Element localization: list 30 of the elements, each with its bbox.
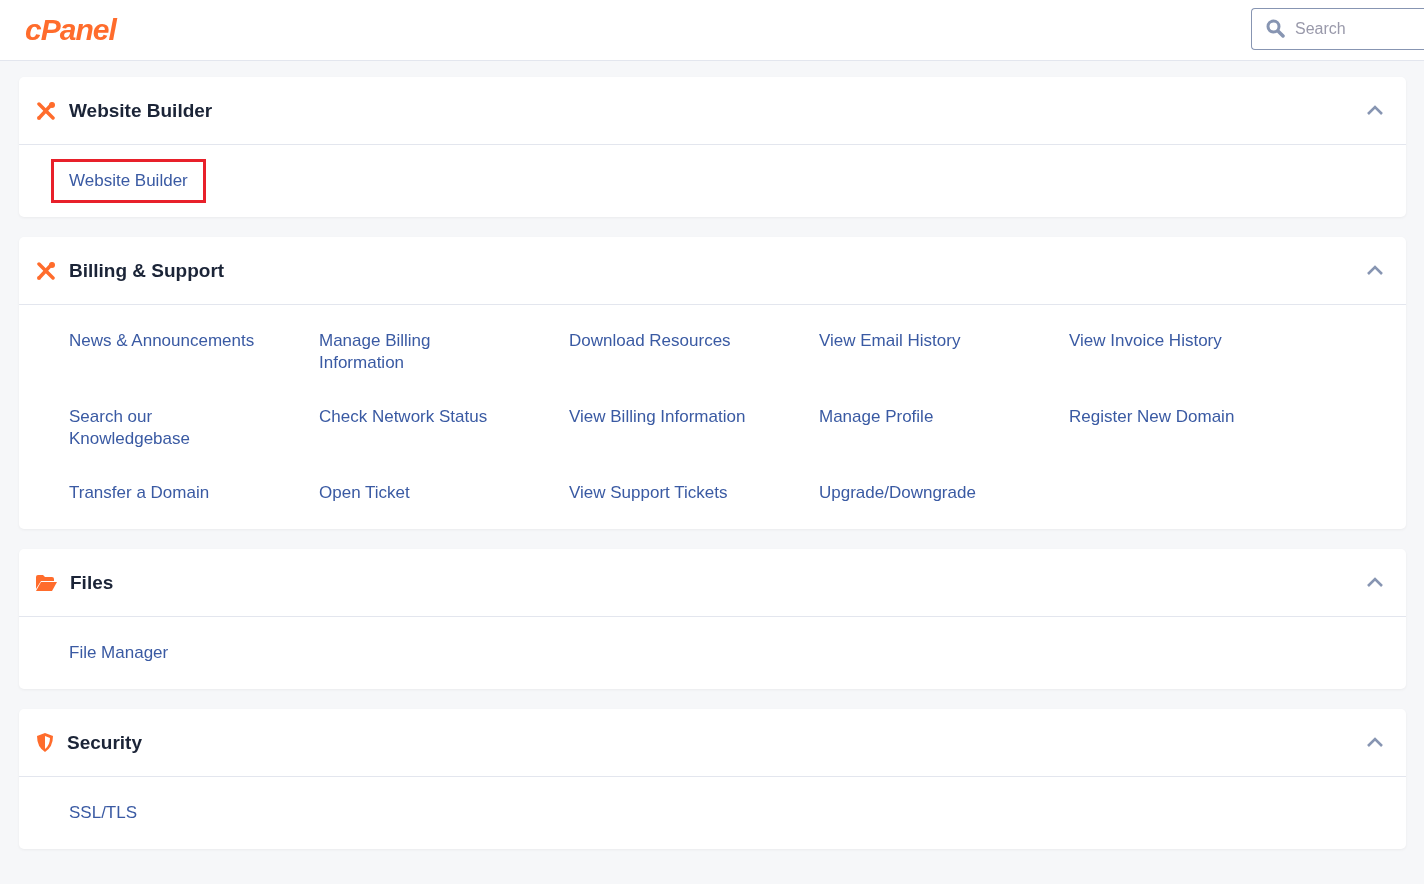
section-link[interactable]: Check Network Status [301,395,506,439]
collapse-toggle[interactable] [1366,577,1384,588]
section-link[interactable]: SSL/TLS [51,791,156,835]
collapse-toggle[interactable] [1366,265,1384,276]
section-link[interactable]: View Email History [801,319,979,363]
section-link[interactable]: View Support Tickets [551,471,746,515]
section-link[interactable]: News & Announcements [51,319,273,363]
section-link[interactable]: Download Resources [551,319,749,363]
section-link[interactable]: Manage Billing Information [301,319,529,385]
search-field[interactable]: Search [1251,8,1424,50]
collapse-toggle[interactable] [1366,105,1384,116]
section-link[interactable]: Manage Profile [801,395,952,439]
section-link[interactable]: Upgrade/Downgrade [801,471,994,515]
section-title: Security [67,731,143,754]
section-title: Files [70,571,115,594]
section-link[interactable]: Transfer a Domain [51,471,228,515]
collapse-toggle[interactable] [1366,737,1384,748]
section-title: Billing & Support [69,259,226,282]
section-link[interactable]: View Invoice History [1051,319,1240,363]
section-link[interactable]: Website Builder [51,159,206,203]
tools-icon [36,101,56,120]
section-link[interactable]: Register New Domain [1051,395,1253,439]
section-title: Website Builder [69,99,214,122]
section-link[interactable]: Open Ticket [301,471,428,515]
section-link[interactable]: View Billing Information [551,395,764,439]
folder-icon [36,574,57,591]
section-link[interactable]: File Manager [51,631,187,675]
section-link[interactable]: Search our Knowledgebase [51,395,279,461]
tools-icon [36,261,56,280]
shield-icon [36,733,54,752]
